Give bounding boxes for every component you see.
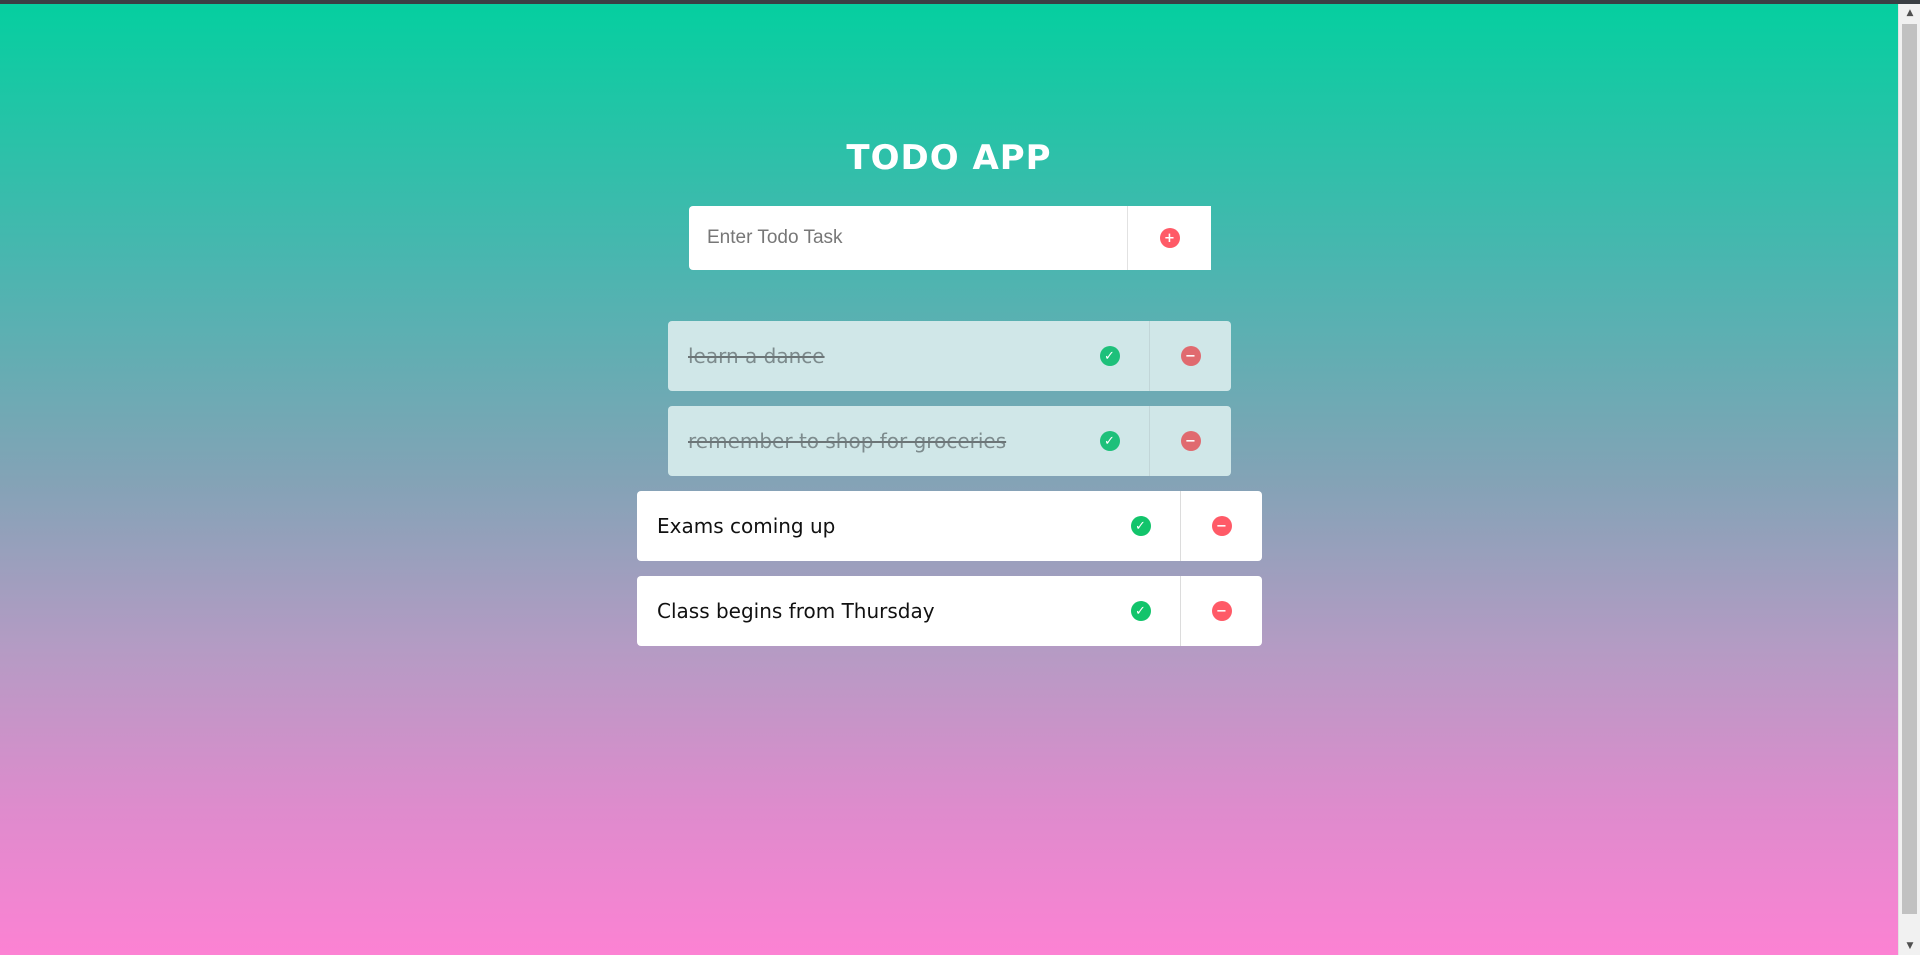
minus-circle-icon: − bbox=[1211, 516, 1232, 536]
scroll-down-arrow-icon[interactable]: ▼ bbox=[1899, 937, 1920, 955]
vertical-scrollbar[interactable]: ▲ ▼ bbox=[1898, 4, 1920, 955]
todo-text: Exams coming up bbox=[657, 514, 836, 538]
remove-button[interactable]: − bbox=[1180, 576, 1262, 646]
complete-button[interactable]: ✓ bbox=[1070, 406, 1149, 476]
todo-item: Class begins from Thursday ✓ − bbox=[637, 576, 1262, 646]
scrollbar-thumb[interactable] bbox=[1902, 24, 1917, 914]
check-circle-icon: ✓ bbox=[1130, 601, 1151, 621]
todo-text: learn a dance bbox=[688, 344, 825, 368]
remove-button[interactable]: − bbox=[1149, 321, 1231, 391]
complete-button[interactable]: ✓ bbox=[1070, 321, 1149, 391]
complete-button[interactable]: ✓ bbox=[1101, 491, 1180, 561]
scroll-up-arrow-icon[interactable]: ▲ bbox=[1899, 4, 1920, 22]
complete-button[interactable]: ✓ bbox=[1101, 576, 1180, 646]
todo-text: Class begins from Thursday bbox=[657, 599, 935, 623]
remove-button[interactable]: − bbox=[1149, 406, 1231, 476]
todo-item: remember to shop for groceries ✓ − bbox=[668, 406, 1231, 476]
todo-input[interactable] bbox=[689, 206, 1127, 270]
remove-button[interactable]: − bbox=[1180, 491, 1262, 561]
check-circle-icon: ✓ bbox=[1099, 431, 1120, 451]
minus-circle-icon: − bbox=[1180, 431, 1201, 451]
plus-circle-icon: + bbox=[1159, 228, 1180, 248]
todo-item: Exams coming up ✓ − bbox=[637, 491, 1262, 561]
app-title: TODO APP bbox=[846, 138, 1052, 178]
minus-circle-icon: − bbox=[1180, 346, 1201, 366]
add-todo-button[interactable]: + bbox=[1127, 206, 1211, 270]
check-circle-icon: ✓ bbox=[1130, 516, 1151, 536]
check-circle-icon: ✓ bbox=[1099, 346, 1120, 366]
todo-text: remember to shop for groceries bbox=[688, 429, 1007, 453]
minus-circle-icon: − bbox=[1211, 601, 1232, 621]
todo-item: learn a dance ✓ − bbox=[668, 321, 1231, 391]
add-todo-form: + bbox=[689, 206, 1211, 270]
